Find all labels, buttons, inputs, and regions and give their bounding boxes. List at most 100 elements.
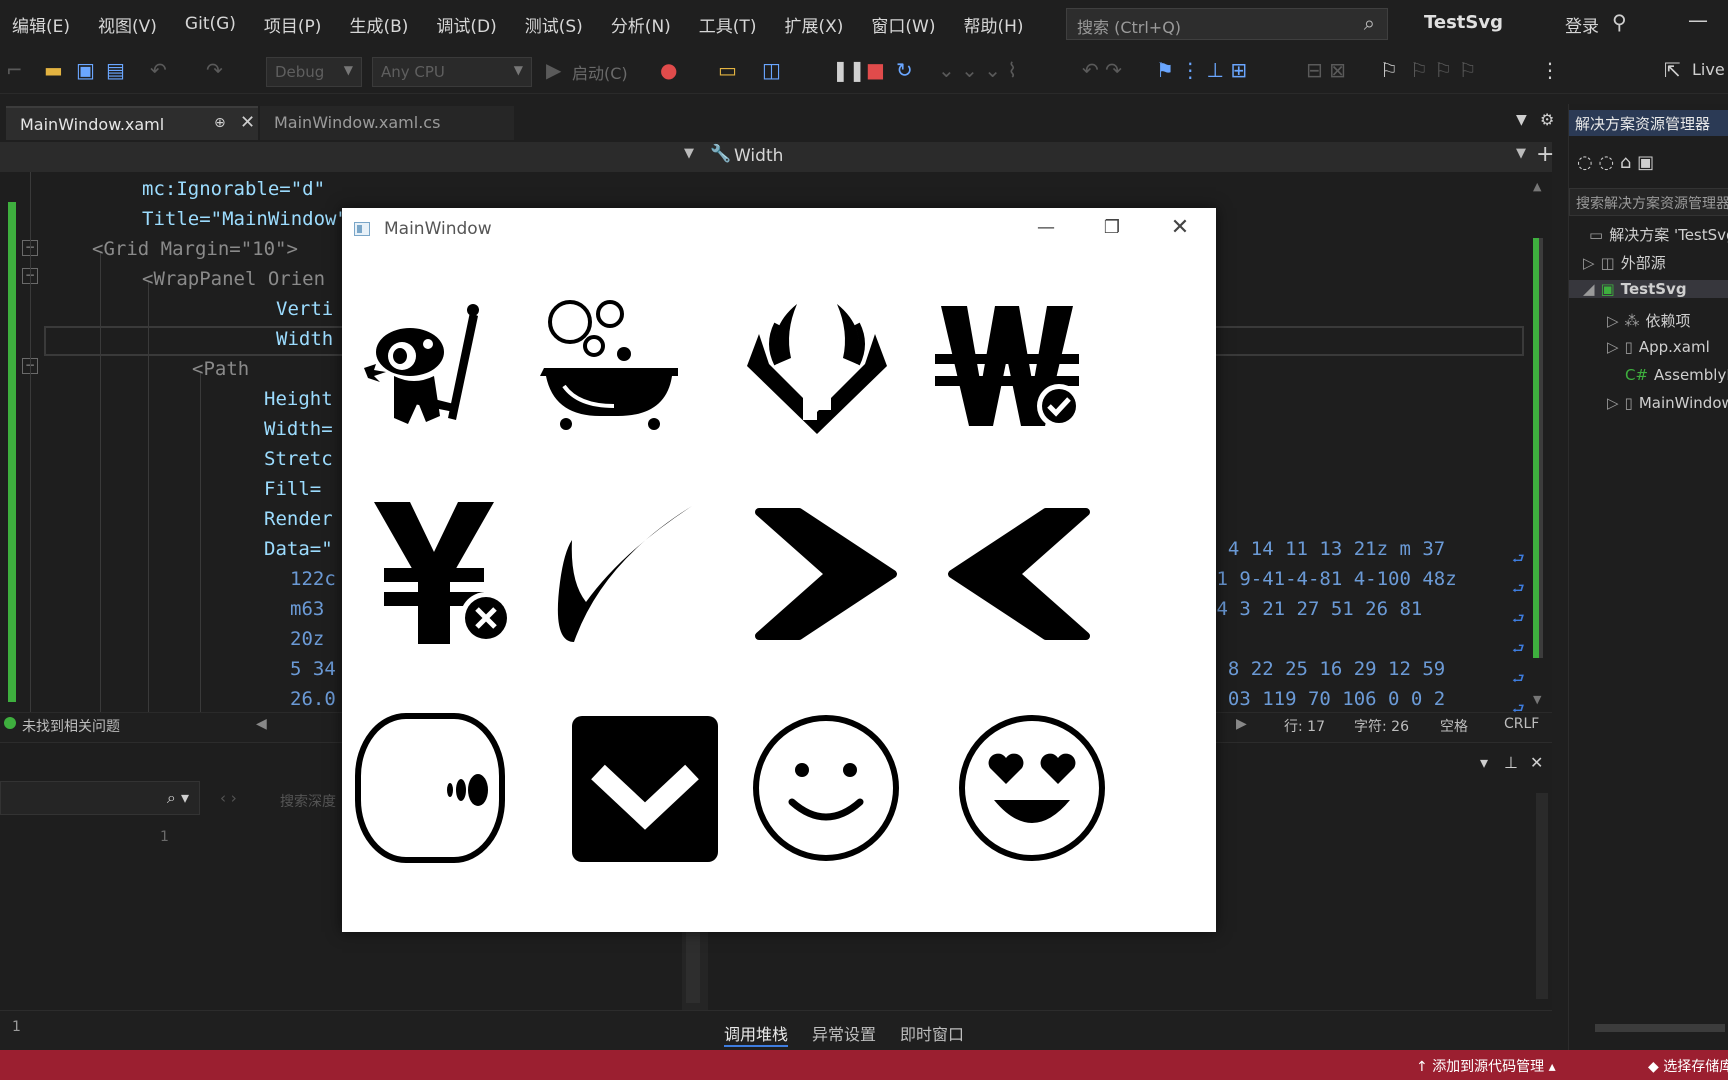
select-repository-button[interactable]: ◆ 选择存储库 <box>1648 1056 1728 1076</box>
expand-icon[interactable]: ▷ <box>1607 394 1619 412</box>
chevron-down-icon[interactable]: ▾ <box>1480 753 1488 772</box>
start-icon[interactable]: ▶ <box>546 58 561 82</box>
step-icons[interactable]: ⌄ ⌄ ⌄ ⌇ <box>938 58 1017 82</box>
solution-explorer-hscrollbar[interactable] <box>1573 1022 1725 1034</box>
solution-search-input[interactable]: 搜索解决方案资源管理器 <box>1569 188 1728 216</box>
menu-git[interactable]: Git(G) <box>171 14 250 34</box>
tree-item-dependencies[interactable]: ▷ ⁂ 依赖项 <box>1607 310 1691 331</box>
menu-tools[interactable]: 工具(T) <box>685 12 771 37</box>
editor-vertical-scrollbar[interactable]: ▲ ▼ <box>1532 180 1548 706</box>
app-title-bar[interactable]: MainWindow — ❐ ✕ <box>342 208 1216 248</box>
menu-help[interactable]: 帮助(H) <box>949 12 1037 37</box>
scroll-thumb[interactable] <box>1595 1024 1725 1032</box>
chevron-down-icon[interactable]: ▼ <box>1516 146 1526 161</box>
tab-exception-settings[interactable]: 异常设置 <box>812 1021 876 1045</box>
person-icon[interactable]: ⚲ <box>1612 10 1627 34</box>
add-to-source-control-button[interactable]: ↑ 添加到源代码管理 ▴ <box>1416 1056 1556 1076</box>
tree-item-project[interactable]: ◢ ▣ TestSvg <box>1569 280 1728 298</box>
scroll-left-icon[interactable]: ◀ <box>256 716 267 732</box>
expand-icon[interactable]: ▷ <box>1607 338 1619 356</box>
collapse-icon[interactable]: ◢ <box>1583 280 1595 298</box>
tree-item-solution[interactable]: ▭ 解决方案 'TestSvg' <box>1589 224 1728 245</box>
chevron-down-icon[interactable]: ▼ <box>684 146 694 161</box>
tab-call-stack[interactable]: 调用堆栈 <box>724 1021 789 1047</box>
switch-view-icon[interactable]: ▣ <box>1637 152 1654 173</box>
hot-reload-icon[interactable]: ● <box>660 58 677 82</box>
breakpoint-icons[interactable]: ⚑ ⋮ ⊥ ⊞ <box>1156 58 1247 82</box>
undo-icon[interactable]: ↶ <box>150 58 167 82</box>
tab-mode-indicator[interactable]: 空格 <box>1440 716 1468 736</box>
tab-immediate-window[interactable]: 即时窗口 <box>900 1021 964 1045</box>
menu-project[interactable]: 项目(P) <box>250 12 336 37</box>
line-indicator[interactable]: 行: 17 <box>1284 716 1325 736</box>
menu-window[interactable]: 窗口(W) <box>857 12 949 37</box>
member-dropdown[interactable]: Width <box>734 146 783 166</box>
pause-icon[interactable]: ❚❚ <box>832 58 866 82</box>
char-indicator[interactable]: 字符: 26 <box>1354 716 1409 736</box>
pin-icon[interactable]: ⊥ <box>1504 753 1518 772</box>
home-icon[interactable]: ⌂ <box>1620 152 1631 173</box>
tree-item-app-xaml[interactable]: ▷ ▯ App.xaml <box>1607 338 1710 356</box>
toolbar-back-icon[interactable]: ⌐ <box>6 58 23 82</box>
navigate-icons[interactable]: ↶ ↷ <box>1082 58 1122 82</box>
start-label[interactable]: 启动(C) <box>572 60 628 84</box>
back-icon[interactable]: ◌ <box>1577 152 1593 173</box>
menu-extensions[interactable]: 扩展(X) <box>770 12 857 37</box>
issues-indicator[interactable]: 未找到相关问题 <box>22 716 120 736</box>
panel-scrollbar[interactable] <box>1536 793 1548 999</box>
browse-icon[interactable]: ▭ <box>718 58 737 82</box>
save-all-icon[interactable]: ▤ <box>106 58 125 82</box>
global-search-input[interactable]: 搜索 (Ctrl+Q) ⌕ <box>1066 8 1388 40</box>
split-icon[interactable]: + <box>1536 142 1554 167</box>
search-placeholder: 搜索 (Ctrl+Q) <box>1077 18 1182 37</box>
menu-edit[interactable]: 编辑(E) <box>0 12 84 37</box>
menu-view[interactable]: 视图(V) <box>84 12 171 37</box>
diagnostics-icon[interactable]: ◫ <box>762 58 781 82</box>
pin-icon[interactable]: ⊕ <box>214 115 226 131</box>
live-share-icon[interactable]: ⇱ <box>1664 58 1681 82</box>
solution-explorer-toolbar[interactable]: ◌ ◌ ⌂ ▣ <box>1577 152 1654 173</box>
format-icons[interactable]: ⊟ ⊠ <box>1306 58 1346 82</box>
live-share-label[interactable]: Live <box>1692 58 1725 82</box>
scroll-right-icon[interactable]: ▶ <box>1236 716 1247 732</box>
tree-item-assemblyinfo[interactable]: C# AssemblyInfo.cs <box>1625 366 1728 384</box>
bookmark-icon[interactable]: ⚐ <box>1380 58 1398 82</box>
redo-icon[interactable]: ↷ <box>206 58 223 82</box>
restore-button[interactable]: ❐ <box>1092 214 1132 242</box>
close-button[interactable]: ✕ <box>1160 214 1200 242</box>
open-folder-icon[interactable]: ▬ <box>44 58 63 82</box>
expand-icon[interactable]: ▷ <box>1583 254 1595 272</box>
menu-build[interactable]: 生成(B) <box>335 12 422 37</box>
menu-test[interactable]: 测试(S) <box>511 12 597 37</box>
minimize-button[interactable]: — <box>1026 214 1066 242</box>
restart-icon[interactable]: ↻ <box>896 58 913 82</box>
close-icon[interactable]: ✕ <box>1530 753 1543 772</box>
toolbar-overflow-icon[interactable]: ⋮ <box>1540 58 1560 82</box>
eol-indicator[interactable]: CRLF <box>1504 716 1539 732</box>
save-icon[interactable]: ▣ <box>76 58 95 82</box>
expand-icon[interactable]: ▷ <box>1607 312 1619 330</box>
minimize-icon[interactable]: — <box>1688 8 1708 32</box>
forward-icon[interactable]: ◌ <box>1598 152 1614 173</box>
menu-debug[interactable]: 调试(D) <box>422 12 510 37</box>
solution-config-select[interactable]: Debug ▼ <box>266 57 362 87</box>
scroll-up-icon[interactable]: ▲ <box>1533 180 1541 193</box>
stop-icon[interactable]: ■ <box>866 58 885 82</box>
call-stack-search-input[interactable]: ⌕ ▾ <box>0 781 200 815</box>
platform-select[interactable]: Any CPU ▼ <box>372 57 532 87</box>
tree-item-external-sources[interactable]: ▷ ◫ 外部源 <box>1583 252 1666 273</box>
scroll-down-icon[interactable]: ▼ <box>1533 693 1541 706</box>
menu-analyze[interactable]: 分析(N) <box>597 12 685 37</box>
tab-list-icon[interactable]: ▼ <box>1516 112 1527 128</box>
sign-in-link[interactable]: 登录 <box>1565 12 1599 37</box>
gear-icon[interactable]: ⚙ <box>1540 110 1554 129</box>
tree-item-mainwindow[interactable]: ▷ ▯ MainWindow.xaml <box>1607 394 1728 412</box>
bookmark-nav-icons[interactable]: ⚐ ⚐ ⚐ <box>1410 58 1477 82</box>
tab-mainwindow-xaml-cs[interactable]: MainWindow.xaml.cs <box>260 106 514 140</box>
close-icon[interactable]: ✕ <box>240 112 255 133</box>
tab-mainwindow-xaml[interactable]: MainWindow.xaml ⊕ ✕ <box>6 106 258 140</box>
tree-item-label: 解决方案 'TestSvg' <box>1609 226 1728 244</box>
code-line: Fill= <box>264 478 322 500</box>
running-app-window[interactable]: MainWindow — ❐ ✕ <box>342 208 1216 932</box>
search-nav-arrows[interactable]: ‹ › <box>220 789 237 807</box>
